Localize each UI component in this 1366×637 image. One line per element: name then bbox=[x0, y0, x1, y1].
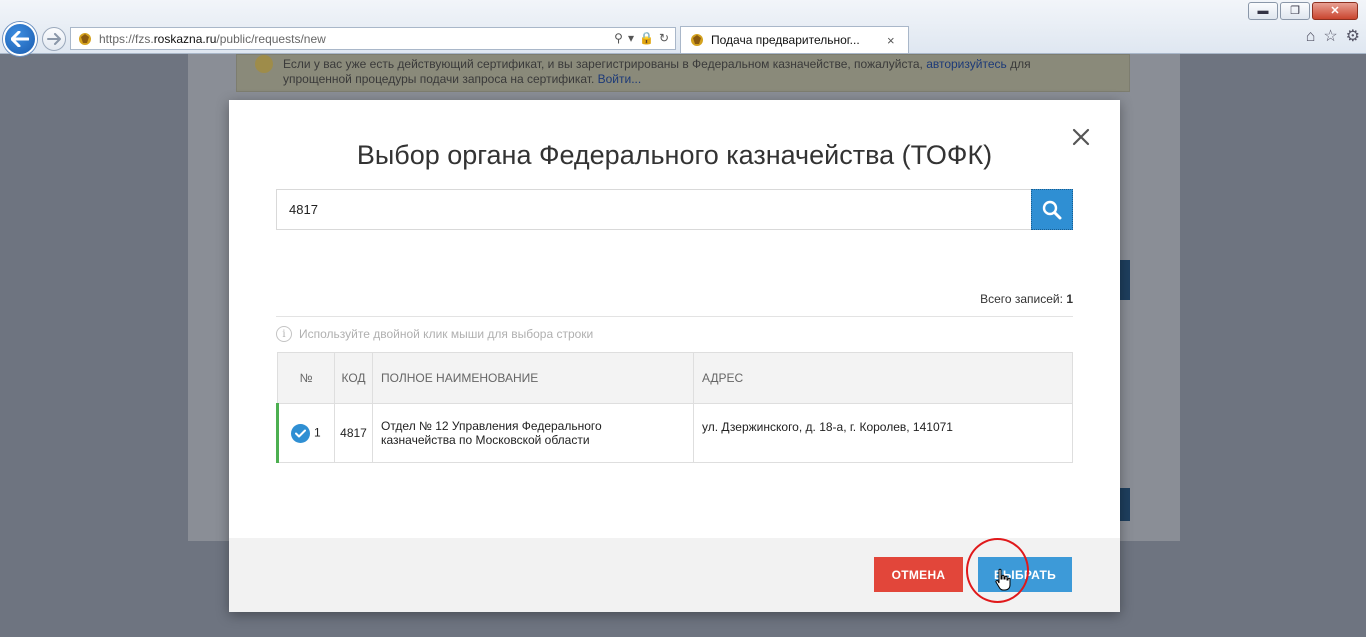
site-emblem-icon bbox=[79, 32, 91, 45]
search-input[interactable] bbox=[276, 189, 1032, 230]
search-button[interactable] bbox=[1031, 189, 1073, 230]
star-icon[interactable]: ☆ bbox=[1323, 28, 1337, 46]
cancel-button[interactable]: ОТМЕНА bbox=[874, 557, 963, 592]
url-text: https://fzs.roskazna.ru/public/requests/… bbox=[99, 31, 326, 46]
browser-tab[interactable]: Подача предварительног... × bbox=[680, 26, 909, 53]
row-name-cell[interactable]: Отдел № 12 Управления Федерального казна… bbox=[372, 403, 694, 463]
total-label: Всего записей: bbox=[980, 292, 1063, 306]
browser-chrome: ▬ ❐ ✕ https://fzs.roskazna.ru/public/req… bbox=[0, 0, 1366, 56]
column-header-no: № bbox=[277, 352, 335, 404]
login-link: Войти... bbox=[597, 72, 642, 86]
tofk-table: № КОД ПОЛНОЕ НАИМЕНОВАНИЕ АДРЕС 1 4817 О… bbox=[276, 352, 1073, 463]
column-header-code: КОД bbox=[334, 352, 373, 404]
address-bar[interactable]: https://fzs.roskazna.ru/public/requests/… bbox=[70, 27, 676, 50]
hand-cursor-icon bbox=[995, 568, 1011, 591]
warning-icon bbox=[255, 55, 273, 73]
row-name-line-2: казначейства по Московской области bbox=[381, 433, 590, 447]
double-click-hint: i Используйте двойной клик мыши для выбо… bbox=[276, 326, 593, 342]
tab-title: Подача предварительног... bbox=[711, 33, 860, 47]
divider bbox=[276, 316, 1073, 317]
column-header-name: ПОЛНОЕ НАИМЕНОВАНИЕ bbox=[372, 352, 694, 404]
table-row[interactable]: 1 4817 Отдел № 12 Управления Федеральног… bbox=[276, 403, 1073, 463]
row-number: 1 bbox=[314, 425, 321, 440]
authorize-link: авторизуйтесь bbox=[926, 57, 1007, 71]
tofk-selection-modal: Выбор органа Федерального казначейства (… bbox=[229, 100, 1120, 612]
site-emblem-icon bbox=[691, 34, 703, 46]
total-count: 1 bbox=[1066, 292, 1073, 306]
forward-button[interactable] bbox=[42, 27, 66, 51]
home-icon[interactable]: ⌂ bbox=[1306, 28, 1316, 46]
table-header-row: № КОД ПОЛНОЕ НАИМЕНОВАНИЕ АДРЕС bbox=[277, 352, 1073, 404]
gear-icon[interactable]: ⚙ bbox=[1346, 28, 1360, 46]
window-controls: ▬ ❐ ✕ bbox=[1248, 2, 1358, 20]
hint-text: Используйте двойной клик мыши для выбора… bbox=[299, 327, 594, 341]
arrow-right-icon bbox=[47, 33, 61, 45]
total-records: Всего записей: 1 bbox=[980, 292, 1073, 306]
notice-text-end: для bbox=[1010, 57, 1031, 71]
info-icon: i bbox=[276, 326, 292, 342]
notice-text: Если у вас уже есть действующий сертифик… bbox=[283, 57, 923, 71]
back-button[interactable] bbox=[3, 22, 37, 56]
refresh-icon[interactable]: ↻ bbox=[659, 31, 669, 45]
lock-icon[interactable]: 🔒 bbox=[639, 31, 654, 45]
row-code-cell[interactable]: 4817 bbox=[334, 403, 373, 463]
background-notice: Если у вас уже есть действующий сертифик… bbox=[236, 54, 1130, 92]
notice-text-2: упрощенной процедуры подачи запроса на с… bbox=[283, 72, 595, 86]
minimize-button[interactable]: ▬ bbox=[1248, 2, 1278, 20]
tab-close-icon[interactable]: × bbox=[887, 33, 895, 48]
check-icon bbox=[291, 423, 310, 443]
row-address-cell[interactable]: ул. Дзержинского, д. 18-а, г. Королев, 1… bbox=[693, 403, 1073, 463]
restore-button[interactable]: ❐ bbox=[1280, 2, 1310, 20]
browser-toolbar-right: ⌂ ☆ ⚙ bbox=[1306, 28, 1360, 46]
column-header-address: АДРЕС bbox=[693, 352, 1073, 404]
address-tools: ⚲ ▾ 🔒 ↻ bbox=[614, 31, 669, 45]
search-icon bbox=[1042, 200, 1062, 219]
dropdown-icon[interactable]: ▾ bbox=[628, 31, 634, 45]
search-icon[interactable]: ⚲ bbox=[614, 31, 623, 45]
arrow-left-icon bbox=[11, 31, 29, 47]
modal-title: Выбор органа Федерального казначейства (… bbox=[356, 140, 993, 170]
row-number-cell[interactable]: 1 bbox=[276, 403, 335, 463]
row-name-line-1: Отдел № 12 Управления Федерального bbox=[381, 419, 602, 433]
close-window-button[interactable]: ✕ bbox=[1312, 2, 1358, 20]
